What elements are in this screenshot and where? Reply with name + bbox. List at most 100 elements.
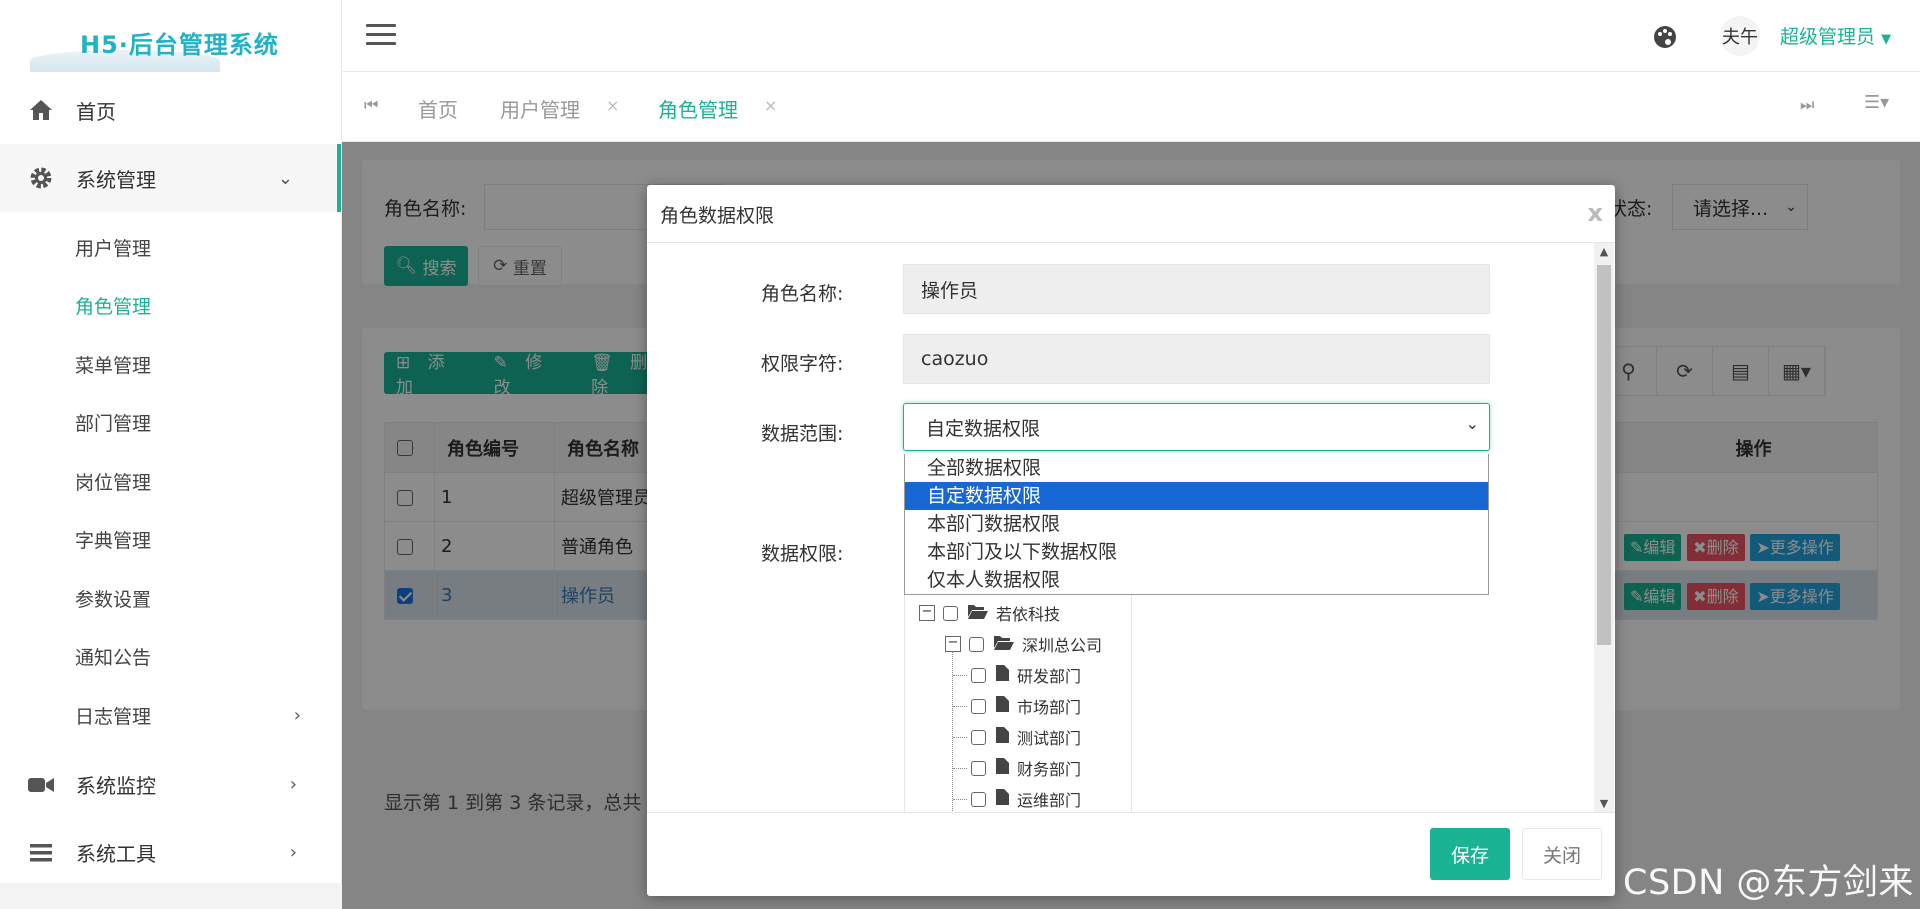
dialog-footer: 保存 关闭 — [647, 812, 1615, 896]
scope-option-dept[interactable]: 本部门数据权限 — [905, 510, 1488, 538]
sidebar-item-log-mgmt[interactable]: 日志管理 › — [0, 686, 341, 745]
nav-system-tools[interactable]: 系统工具 › — [0, 819, 341, 887]
role-name-label: 角色名称: — [761, 283, 844, 305]
sidebar-item-label: 参数设置 — [75, 588, 152, 611]
tab-user-mgmt[interactable]: 用户管理 — [500, 94, 580, 123]
chevron-right-icon: › — [293, 704, 301, 726]
sidebar-item-post-mgmt[interactable]: 岗位管理 — [0, 452, 341, 511]
tree-checkbox[interactable] — [969, 636, 984, 652]
chevron-down-icon: ⌄ — [277, 167, 293, 189]
tab-scroll-left-icon[interactable]: ⏮ — [364, 95, 378, 115]
nav-home-label: 首页 — [76, 99, 116, 124]
permission-key-label: 权限字符: — [761, 353, 844, 375]
folder-open-icon — [968, 603, 988, 623]
tree-checkbox[interactable] — [971, 667, 986, 683]
tab-role-mgmt[interactable]: 角色管理 — [658, 94, 738, 123]
collapse-icon[interactable]: − — [945, 636, 961, 652]
data-permission-dialog: 角色数据权限 x 角色名称: 操作员 权限字符: caozuo 数据范围: 自定… — [647, 185, 1615, 896]
sidebar-item-user-mgmt[interactable]: 用户管理 — [0, 218, 341, 277]
close-button[interactable]: 关闭 — [1522, 828, 1602, 880]
tree-node-leaf[interactable]: 市场部门 — [971, 694, 1081, 718]
tab-options-icon[interactable]: ☰▾ — [1864, 92, 1889, 113]
data-scope-label: 数据范围: — [761, 423, 844, 445]
menu-toggle-icon[interactable] — [366, 24, 396, 46]
tree-node-label: 财务部门 — [1017, 760, 1082, 779]
data-scope-value: 自定数据权限 — [926, 417, 1041, 440]
close-icon[interactable]: x — [1588, 199, 1603, 227]
sidebar-item-label: 日志管理 — [75, 705, 152, 728]
logo[interactable]: H5·后台管理系统 — [0, 0, 341, 72]
nav-system-monitor[interactable]: 系统监控 › — [0, 751, 341, 819]
tab-home[interactable]: 首页 — [418, 94, 458, 123]
nav-system-management[interactable]: 系统管理 ⌄ — [0, 144, 341, 212]
chevron-right-icon: › — [289, 842, 297, 863]
tree-node-leaf[interactable]: 研发部门 — [971, 663, 1081, 687]
folder-open-icon — [994, 634, 1014, 654]
dialog-scrollbar[interactable]: ▲ ▼ — [1594, 243, 1614, 813]
gear-icon — [28, 165, 54, 191]
dialog-body: 角色名称: 操作员 权限字符: caozuo 数据范围: 自定数据权限 ⌄ 数据… — [647, 243, 1615, 813]
sidebar-item-label: 通知公告 — [75, 647, 152, 670]
tree-checkbox[interactable] — [971, 791, 986, 807]
sidebar-item-dict-mgmt[interactable]: 字典管理 — [0, 511, 341, 570]
tree-checkbox[interactable] — [943, 605, 958, 621]
sidebar: H5·后台管理系统 首页 系统管理 ⌄ 用户管理 角色管理 菜单管理 部门管理 … — [0, 0, 342, 909]
sidebar-item-label: 用户管理 — [75, 237, 152, 260]
palette-icon[interactable] — [1652, 24, 1678, 55]
save-button[interactable]: 保存 — [1430, 828, 1510, 880]
tab-close-icon[interactable]: × — [606, 96, 619, 115]
tree-checkbox[interactable] — [971, 698, 986, 714]
scope-option-dept-and-below[interactable]: 本部门及以下数据权限 — [905, 538, 1488, 566]
file-icon — [996, 665, 1009, 685]
sidebar-item-dept-mgmt[interactable]: 部门管理 — [0, 394, 341, 453]
scroll-thumb[interactable] — [1597, 265, 1611, 645]
top-navbar: 夫午 超级管理员 ▼ — [342, 0, 1920, 72]
tab-close-icon[interactable]: × — [764, 96, 777, 115]
video-camera-icon — [28, 772, 54, 798]
logo-text: H5·后台管理系统 — [80, 31, 279, 59]
sidebar-item-label: 角色管理 — [75, 296, 152, 319]
tree-node-branch[interactable]: − 深圳总公司 — [945, 632, 1102, 656]
role-name-field: 操作员 — [903, 264, 1490, 314]
tree-node-label: 研发部门 — [1017, 667, 1082, 686]
permission-key-field: caozuo — [903, 334, 1490, 384]
data-scope-select[interactable]: 自定数据权限 ⌄ — [903, 403, 1490, 451]
home-icon — [28, 97, 54, 123]
nav-home[interactable]: 首页 — [0, 76, 341, 144]
sidebar-item-notice[interactable]: 通知公告 — [0, 628, 341, 687]
tree-checkbox[interactable] — [971, 729, 986, 745]
sidebar-item-label: 岗位管理 — [75, 471, 152, 494]
watermark: CSDN @东方剑来 — [1623, 863, 1914, 903]
scroll-up-icon[interactable]: ▲ — [1594, 243, 1614, 261]
tree-node-label: 运维部门 — [1017, 791, 1082, 810]
nav-system-monitor-label: 系统监控 — [76, 774, 156, 798]
sidebar-item-params[interactable]: 参数设置 — [0, 569, 341, 628]
data-scope-options: 全部数据权限 自定数据权限 本部门数据权限 本部门及以下数据权限 仅本人数据权限 — [904, 454, 1489, 595]
user-menu[interactable]: 超级管理员 ▼ — [1780, 22, 1891, 49]
caret-down-icon: ▼ — [1881, 32, 1892, 47]
dialog-title: 角色数据权限 — [660, 205, 775, 227]
scope-option-custom[interactable]: 自定数据权限 — [905, 482, 1488, 510]
user-name: 超级管理员 — [1780, 26, 1876, 48]
sidebar-item-role-mgmt[interactable]: 角色管理 — [0, 277, 341, 336]
tree-node-root[interactable]: − 若依科技 — [919, 601, 1060, 625]
sidebar-item-menu-mgmt[interactable]: 菜单管理 — [0, 335, 341, 394]
tab-bar: ⏮ 首页 用户管理 × 角色管理 × ⏭ ☰▾ — [342, 72, 1920, 142]
scope-option-all[interactable]: 全部数据权限 — [905, 454, 1488, 482]
chevron-down-icon: ⌄ — [1465, 414, 1479, 433]
file-icon — [996, 789, 1009, 809]
tab-scroll-right-icon[interactable]: ⏭ — [1800, 95, 1814, 115]
avatar[interactable]: 夫午 — [1720, 16, 1760, 56]
tree-node-leaf[interactable]: 财务部门 — [971, 756, 1081, 780]
tree-node-leaf[interactable]: 测试部门 — [971, 725, 1081, 749]
tree-node-label: 若依科技 — [996, 605, 1061, 624]
scope-option-self[interactable]: 仅本人数据权限 — [905, 566, 1488, 594]
scroll-down-icon[interactable]: ▼ — [1594, 795, 1614, 813]
data-permission-label: 数据权限: — [761, 543, 844, 565]
sidebar-item-label: 菜单管理 — [75, 354, 152, 377]
tree-node-leaf[interactable]: 运维部门 — [971, 787, 1081, 811]
tree-checkbox[interactable] — [971, 760, 986, 776]
nav-system-tools-label: 系统工具 — [76, 842, 156, 866]
sidebar-item-label: 字典管理 — [75, 530, 152, 553]
collapse-icon[interactable]: − — [919, 605, 935, 621]
